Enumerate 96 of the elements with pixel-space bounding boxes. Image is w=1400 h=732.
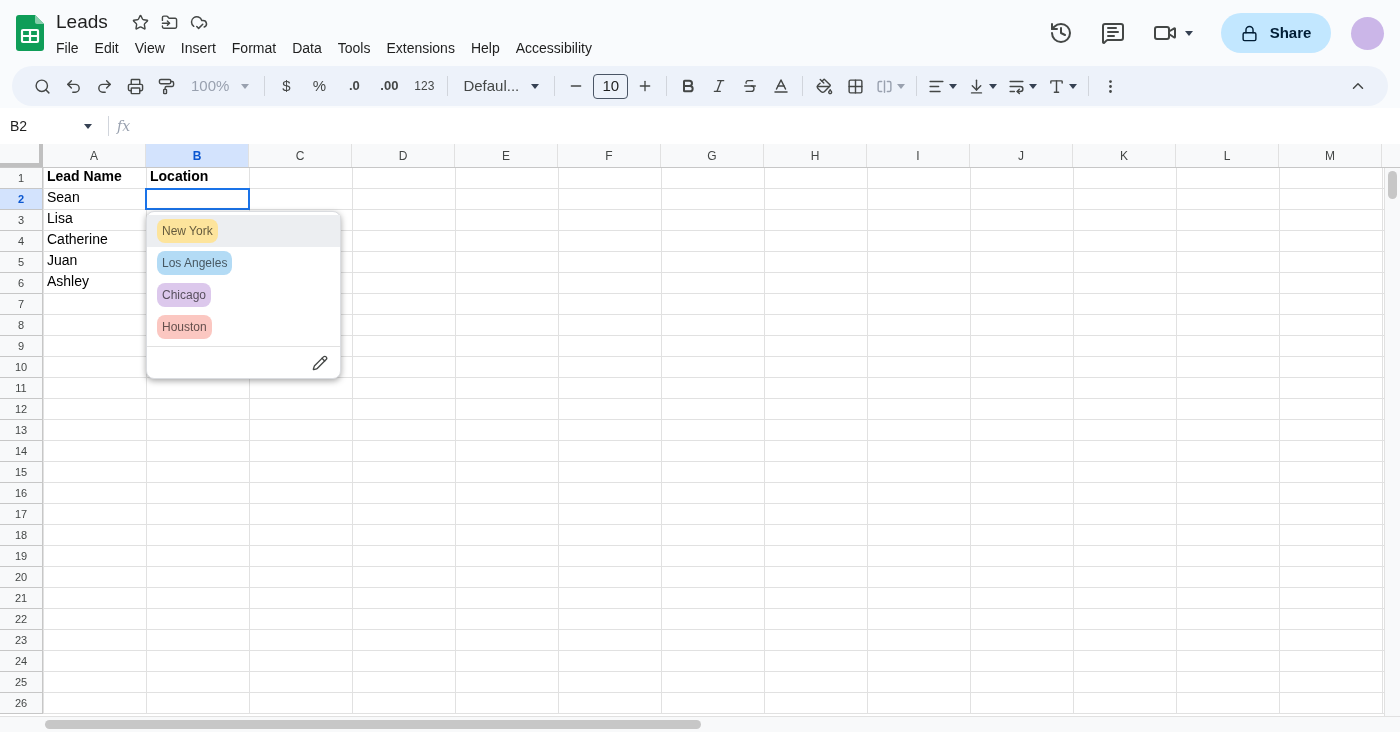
column-header[interactable]: G [661, 144, 764, 167]
share-button[interactable]: Share [1221, 13, 1331, 53]
caret-icon [949, 83, 958, 89]
table-cell[interactable]: Lisa [43, 210, 146, 231]
row-header[interactable]: 5 [0, 252, 43, 273]
row-header[interactable]: 2 [0, 189, 43, 210]
menu-item[interactable]: Format [223, 38, 285, 59]
row-header[interactable]: 21 [0, 588, 43, 609]
menu-item[interactable]: Edit [86, 38, 127, 59]
column-header[interactable]: D [352, 144, 455, 167]
row-header[interactable]: 14 [0, 441, 43, 462]
table-cell[interactable]: Sean [43, 189, 146, 210]
merge-cells-icon [876, 77, 894, 95]
row-header[interactable]: 26 [0, 693, 43, 714]
location-chip: New York [157, 219, 218, 243]
row-header[interactable]: 23 [0, 630, 43, 651]
column-header[interactable]: F [558, 144, 661, 167]
caret-icon [241, 83, 250, 89]
row-header[interactable]: 7 [0, 294, 43, 315]
font-size-field[interactable]: 10 [593, 73, 629, 99]
row-header[interactable]: 20 [0, 567, 43, 588]
table-cell[interactable]: Location [146, 168, 249, 189]
menu-item[interactable]: Help [462, 38, 508, 59]
edit-pencil-icon[interactable] [312, 354, 328, 371]
history-icon[interactable] [1049, 21, 1073, 45]
column-header[interactable]: K [1073, 144, 1176, 167]
move-folder-icon[interactable] [160, 13, 178, 31]
menu-item[interactable]: Extensions [378, 38, 463, 59]
decrease-decimals-button[interactable]: .0 [338, 72, 371, 100]
font-select[interactable]: Defaul... [455, 72, 548, 100]
row-header[interactable]: 6 [0, 273, 43, 294]
column-header[interactable]: C [249, 144, 352, 167]
percent-format-button[interactable]: % [303, 72, 336, 100]
increase-decimals-button[interactable]: .00 [373, 72, 406, 100]
cloud-check-icon[interactable] [189, 13, 208, 31]
table-cell[interactable]: Lead Name [43, 168, 146, 189]
column-header[interactable]: E [455, 144, 558, 167]
row-header[interactable]: 18 [0, 525, 43, 546]
corner-cell[interactable] [0, 144, 43, 167]
menu-item[interactable]: View [126, 38, 173, 59]
selected-cell[interactable] [146, 189, 249, 209]
row-header[interactable]: 15 [0, 462, 43, 483]
row-header[interactable]: 25 [0, 672, 43, 693]
row-header[interactable]: 10 [0, 357, 43, 378]
menu-item[interactable]: Accessibility [507, 38, 600, 59]
row-header[interactable]: 17 [0, 504, 43, 525]
horizontal-scrollbar[interactable] [0, 716, 1400, 732]
row-header[interactable]: 22 [0, 609, 43, 630]
number-format-button[interactable]: 123 [408, 72, 441, 100]
location-chip: Chicago [157, 283, 212, 307]
caret-icon [989, 83, 998, 89]
dropdown-option[interactable]: Houston [147, 311, 340, 343]
dropdown-option[interactable]: Los Angeles [147, 247, 340, 279]
table-cell[interactable]: Catherine [43, 231, 146, 252]
row-header[interactable]: 19 [0, 546, 43, 567]
caret-icon [897, 83, 906, 89]
row-header[interactable]: 11 [0, 378, 43, 399]
vertical-scrollbar[interactable] [1384, 168, 1400, 716]
table-cell[interactable]: Ashley [43, 273, 146, 294]
menu-item[interactable]: Tools [329, 38, 379, 59]
row-header[interactable]: 1 [0, 168, 43, 189]
caret-icon [1029, 83, 1038, 89]
column-header[interactable]: B [146, 144, 249, 167]
column-header[interactable]: J [970, 144, 1073, 167]
dropdown-option[interactable]: New York [147, 215, 340, 247]
fx-label: fx [117, 116, 131, 136]
comment-icon[interactable] [1101, 21, 1125, 45]
row-header[interactable]: 9 [0, 336, 43, 357]
star-icon[interactable] [131, 13, 149, 31]
row-header[interactable]: 16 [0, 483, 43, 504]
location-chip: Los Angeles [157, 251, 233, 275]
letter-t-icon [1048, 77, 1066, 95]
caret-icon [531, 83, 540, 89]
caret-icon [1185, 30, 1193, 36]
row-header[interactable]: 24 [0, 651, 43, 672]
column-header[interactable]: I [867, 144, 970, 167]
currency-format-button[interactable]: $ [272, 72, 301, 100]
row-header[interactable]: 3 [0, 210, 43, 231]
row-header[interactable]: 8 [0, 315, 43, 336]
name-box[interactable]: B2 [0, 115, 100, 137]
lock-icon [1240, 24, 1258, 42]
row-header[interactable]: 13 [0, 420, 43, 441]
row-header[interactable]: 12 [0, 399, 43, 420]
column-header[interactable]: H [764, 144, 867, 167]
sheets-logo-icon[interactable] [16, 15, 44, 51]
column-header[interactable]: L [1176, 144, 1279, 167]
row-header[interactable]: 4 [0, 231, 43, 252]
table-cell[interactable]: Juan [43, 252, 146, 273]
location-chip: Houston [157, 315, 212, 339]
dropdown-option[interactable]: Chicago [147, 279, 340, 311]
caret-icon [84, 123, 92, 129]
caret-icon [1069, 83, 1078, 89]
document-title[interactable]: Leads [56, 7, 120, 37]
menu-item[interactable]: Data [284, 38, 330, 59]
menu-item[interactable]: Insert [172, 38, 224, 59]
menu-item[interactable]: File [48, 38, 87, 59]
